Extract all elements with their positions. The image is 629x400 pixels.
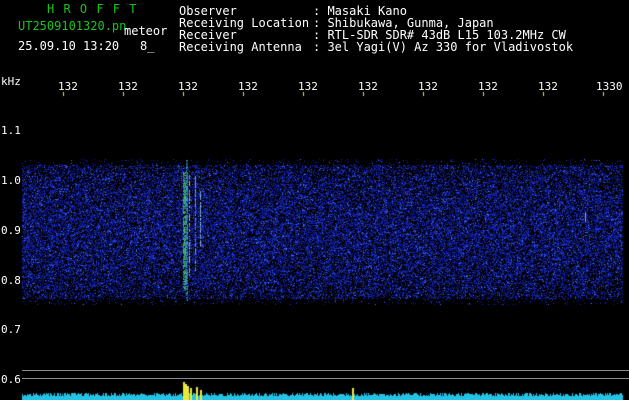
- y-axis-unit: kHz: [1, 75, 21, 88]
- x-tick-label: 132: [238, 80, 258, 93]
- brand-title: H R O F F T: [47, 2, 138, 16]
- x-tick-label: 132: [118, 80, 138, 93]
- y-tick-label: 0.7: [1, 323, 21, 336]
- info-antenna-value: : 3el Yagi(V) Az 330 for Vladivostok: [313, 40, 574, 54]
- info-antenna-label: Receiving Antenna: [179, 40, 302, 54]
- y-tick-label: 1.0: [1, 174, 21, 187]
- spectrogram-canvas: [0, 0, 629, 400]
- x-tick-label: 132: [178, 80, 198, 93]
- separator-line: [22, 378, 629, 379]
- x-tick-label: 132: [298, 80, 318, 93]
- x-tick-label: 132: [418, 80, 438, 93]
- y-tick-label: 0.8: [1, 274, 21, 287]
- y-tick-label: 0.9: [1, 224, 21, 237]
- x-tick-label: 132: [538, 80, 558, 93]
- mode-label: meteor: [124, 24, 168, 38]
- x-tick-label: 132: [58, 80, 78, 93]
- x-tick-label: 1330: [596, 80, 623, 93]
- datetime-label: 25.09.10 13:20: [18, 39, 120, 53]
- count-label: 8_: [140, 39, 155, 53]
- x-tick-label: 132: [358, 80, 378, 93]
- y-tick-label: 0.6: [1, 373, 21, 386]
- filename-label: UT2509101320.pn: [18, 19, 127, 33]
- separator-line: [22, 370, 629, 371]
- y-tick-label: 1.1: [1, 124, 21, 137]
- x-tick-label: 132: [478, 80, 498, 93]
